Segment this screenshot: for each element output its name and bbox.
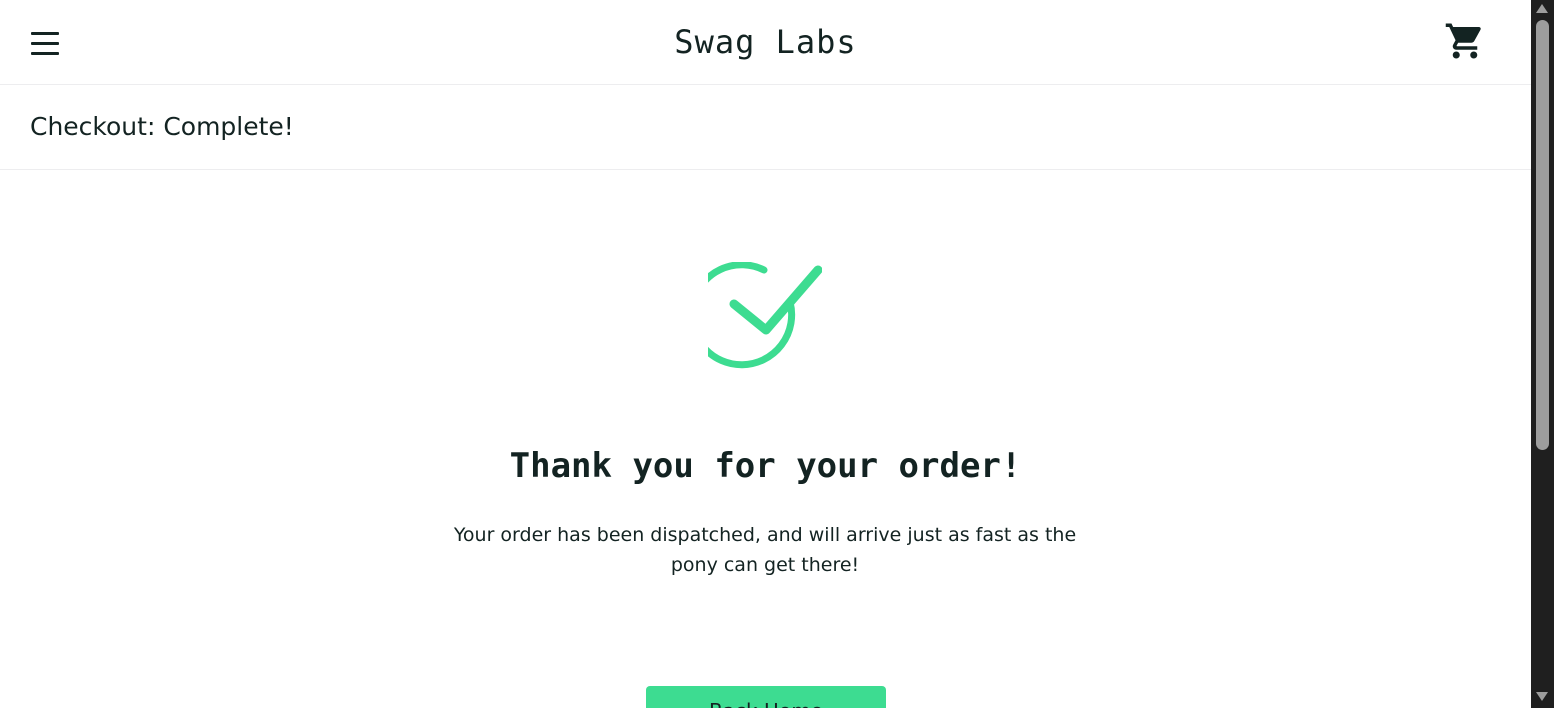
secondary-header: Checkout: Complete! [0, 85, 1531, 170]
complete-message: Your order has been dispatched, and will… [453, 524, 1077, 576]
page-title: Checkout: Complete! [30, 112, 294, 141]
scroll-up-arrow-icon[interactable] [1536, 4, 1548, 13]
complete-heading: Thank you for your order! [509, 446, 1022, 486]
check-circle-icon [708, 262, 822, 369]
vertical-scrollbar[interactable] [1531, 0, 1554, 708]
shopping-cart-icon [1445, 23, 1481, 59]
scrollbar-thumb[interactable] [1536, 20, 1549, 450]
page: Swag Labs Checkout: Complete! Thank you … [0, 0, 1531, 708]
back-home-button[interactable]: Back Home [646, 686, 886, 708]
app-logo: Swag Labs [674, 23, 857, 61]
scroll-down-arrow-icon[interactable] [1536, 692, 1548, 701]
primary-header: Swag Labs [0, 0, 1531, 85]
shopping-cart-link[interactable] [1444, 20, 1486, 62]
